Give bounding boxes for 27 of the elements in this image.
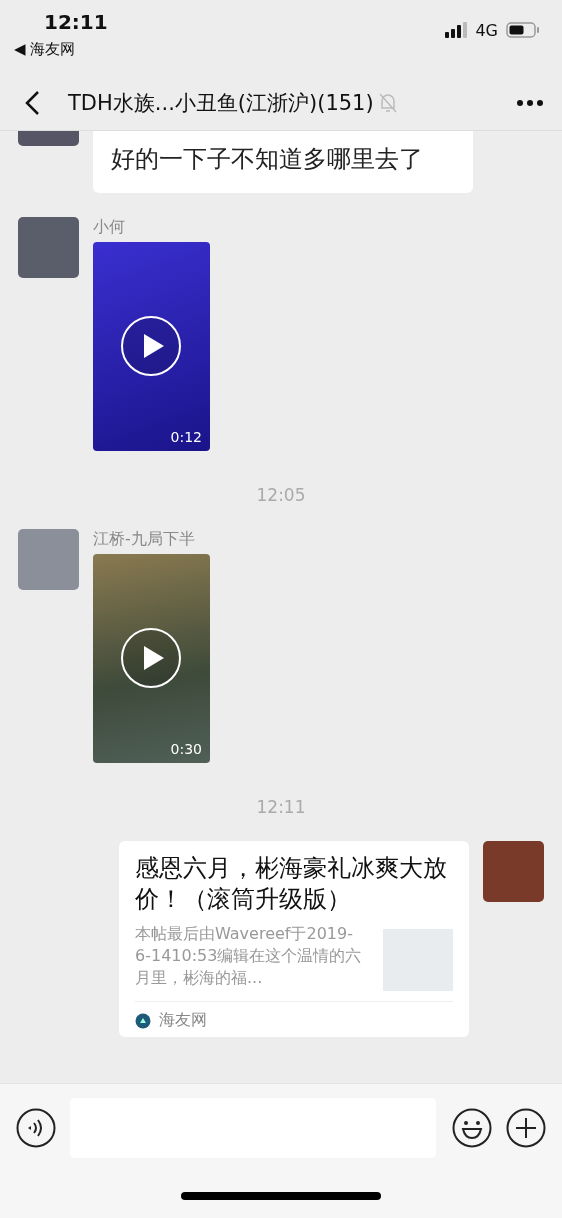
play-icon[interactable] (120, 315, 182, 377)
status-time: 12:11 (44, 10, 108, 34)
voice-icon[interactable] (16, 1108, 56, 1148)
signal-icon (445, 22, 470, 38)
link-card[interactable]: 感恩六月，彬海豪礼冰爽大放价！（滚筒升级版） 本帖最后由Wavereef于2019-6-1410:53编辑在这个温情的六月里，彬海的福... 海友网 (119, 841, 469, 1037)
video-thumbnail[interactable]: 0:30 (93, 554, 210, 763)
message-bubble: 好的一下子不知道多哪里去了 (93, 131, 473, 193)
back-to-app-link[interactable]: ◀ 海友网 (14, 40, 108, 59)
emoji-icon[interactable] (452, 1108, 492, 1148)
timestamp: 12:11 (256, 797, 306, 817)
sender-name: 小何 (93, 217, 126, 238)
play-icon[interactable] (120, 627, 182, 689)
link-source: 海友网 (159, 1010, 207, 1031)
video-duration: 0:12 (170, 429, 202, 445)
site-logo-icon (135, 1012, 151, 1029)
more-icon[interactable] (516, 99, 544, 107)
network-label: 4G (475, 20, 498, 40)
link-summary: 本帖最后由Wavereef于2019-6-1410:53编辑在这个温情的六月里，彬海的福... (135, 923, 363, 989)
sender-name: 江桥-九局下半 (93, 529, 196, 550)
add-icon[interactable] (506, 1108, 546, 1148)
timestamp: 12:05 (256, 485, 306, 505)
video-duration: 0:30 (170, 741, 202, 757)
back-icon[interactable] (24, 90, 40, 116)
link-title: 感恩六月，彬海豪礼冰爽大放价！（滚筒升级版） (135, 853, 448, 915)
video-thumbnail[interactable]: 0:12 (93, 242, 210, 451)
battery-icon (506, 22, 540, 38)
chat-title: TDH水族...小丑鱼(江浙沪)(151) (68, 90, 374, 117)
